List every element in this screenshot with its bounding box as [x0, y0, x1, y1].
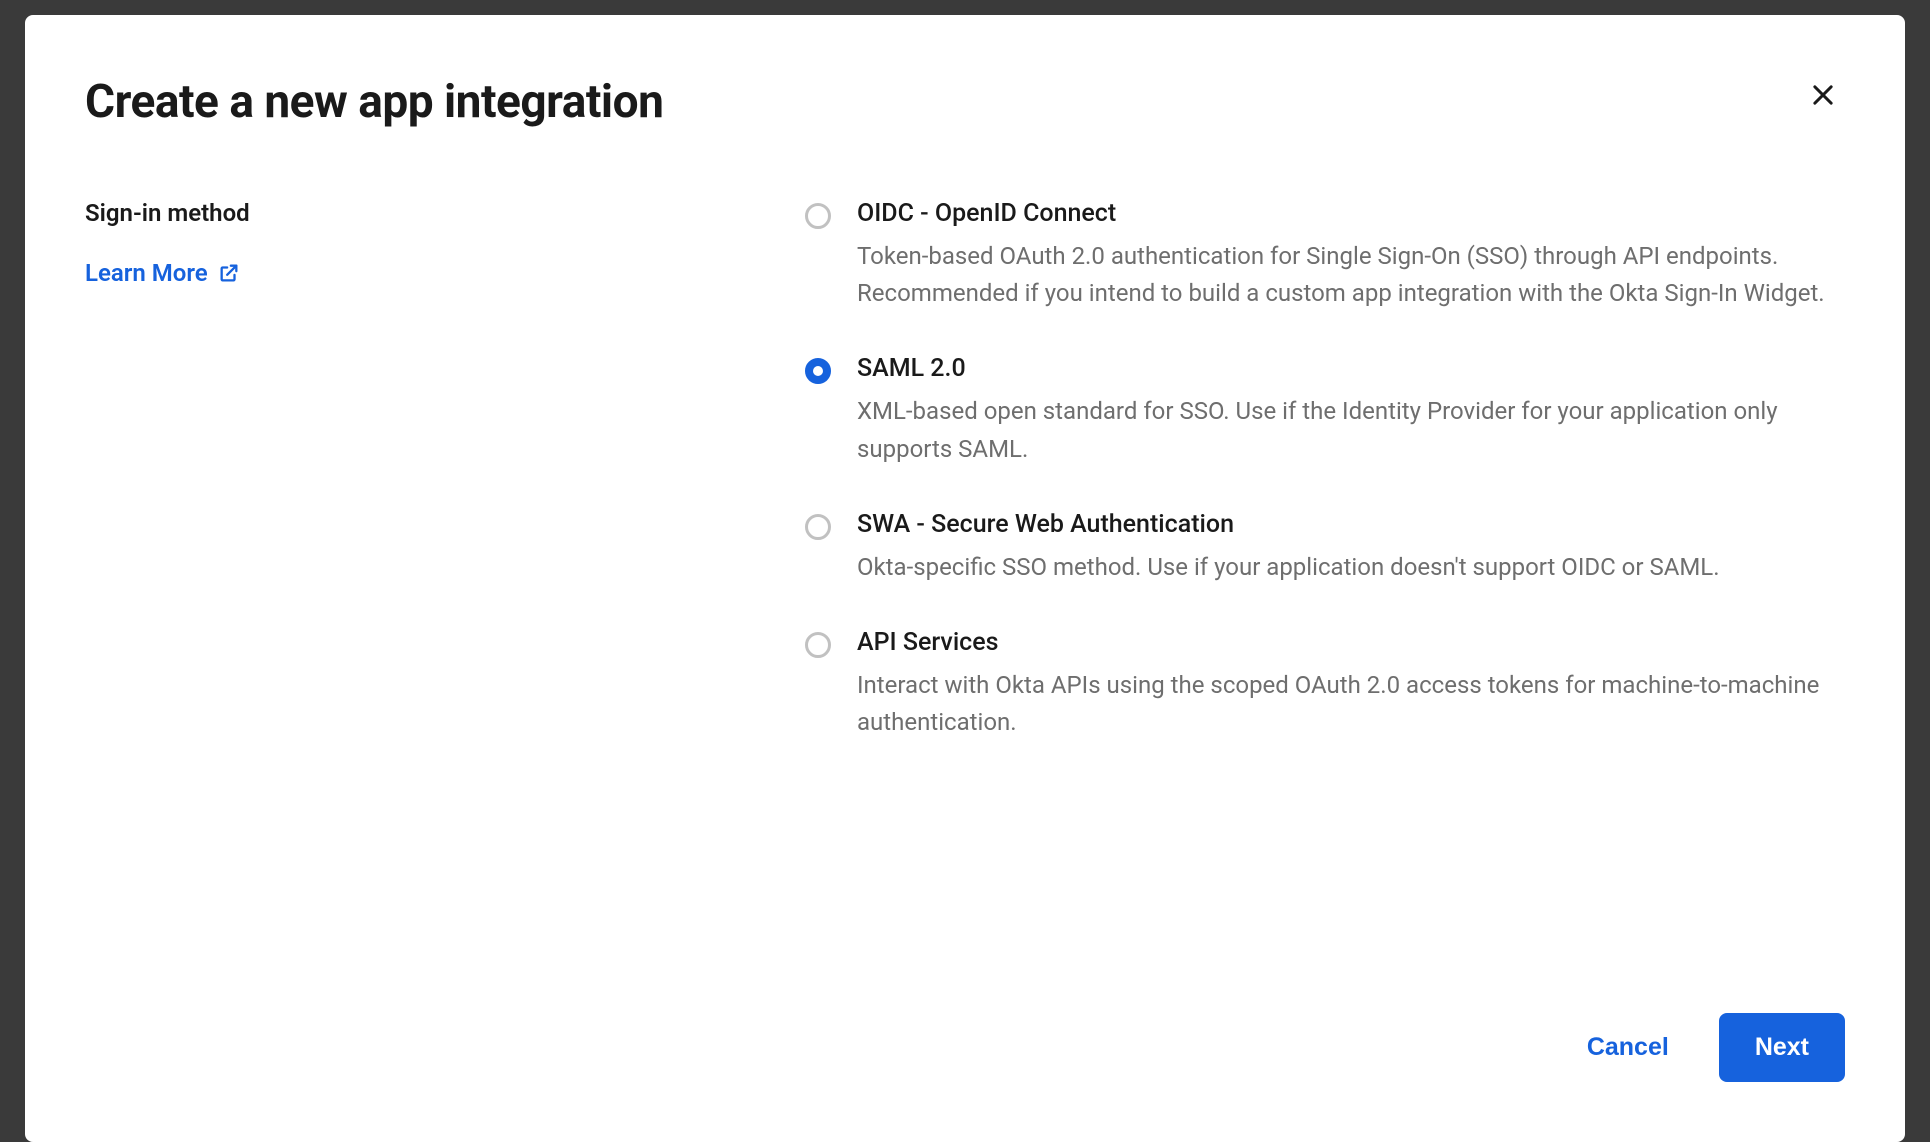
radio-desc: Token-based OAuth 2.0 authentication for…	[857, 238, 1845, 312]
radio-desc: XML-based open standard for SSO. Use if …	[857, 393, 1845, 467]
radio-option-api-services[interactable]: API Services Interact with Okta APIs usi…	[805, 628, 1845, 741]
close-button[interactable]	[1801, 73, 1845, 117]
radio-title: API Services	[857, 628, 1845, 657]
modal-left-column: Sign-in method Learn More	[85, 199, 805, 973]
modal-title: Create a new app integration	[85, 75, 1845, 129]
radio-text: SAML 2.0 XML-based open standard for SSO…	[857, 354, 1845, 467]
learn-more-link[interactable]: Learn More	[85, 259, 240, 287]
external-link-icon	[218, 262, 240, 284]
next-button[interactable]: Next	[1719, 1013, 1845, 1082]
section-label: Sign-in method	[85, 199, 805, 227]
radio-text: SWA - Secure Web Authentication Okta-spe…	[857, 510, 1845, 586]
radio-indicator	[805, 514, 831, 540]
radio-option-oidc[interactable]: OIDC - OpenID Connect Token-based OAuth …	[805, 199, 1845, 312]
create-app-integration-modal: Create a new app integration Sign-in met…	[25, 15, 1905, 1142]
modal-footer: Cancel Next	[85, 973, 1845, 1082]
modal-right-column: OIDC - OpenID Connect Token-based OAuth …	[805, 199, 1845, 973]
radio-indicator	[805, 203, 831, 229]
radio-indicator	[805, 632, 831, 658]
close-icon	[1809, 81, 1837, 109]
radio-option-swa[interactable]: SWA - Secure Web Authentication Okta-spe…	[805, 510, 1845, 586]
radio-option-saml[interactable]: SAML 2.0 XML-based open standard for SSO…	[805, 354, 1845, 467]
cancel-button[interactable]: Cancel	[1577, 1015, 1679, 1080]
radio-desc: Okta-specific SSO method. Use if your ap…	[857, 549, 1845, 586]
radio-indicator	[805, 358, 831, 384]
radio-text: OIDC - OpenID Connect Token-based OAuth …	[857, 199, 1845, 312]
learn-more-label: Learn More	[85, 259, 208, 287]
radio-desc: Interact with Okta APIs using the scoped…	[857, 667, 1845, 741]
radio-title: SWA - Secure Web Authentication	[857, 510, 1845, 539]
radio-text: API Services Interact with Okta APIs usi…	[857, 628, 1845, 741]
radio-title: OIDC - OpenID Connect	[857, 199, 1845, 228]
radio-title: SAML 2.0	[857, 354, 1845, 383]
modal-body: Sign-in method Learn More OIDC - OpenID …	[85, 199, 1845, 973]
